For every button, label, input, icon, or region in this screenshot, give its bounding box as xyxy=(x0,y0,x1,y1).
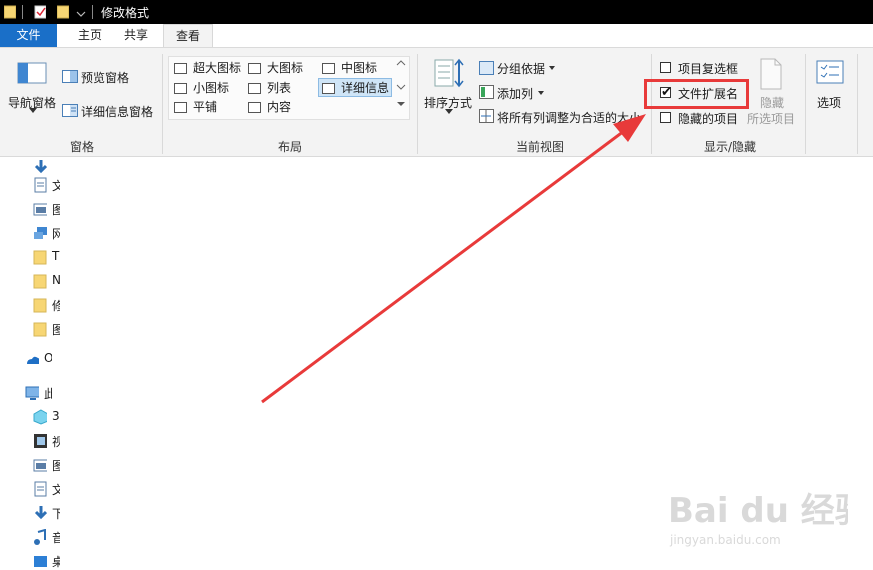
watermark-brand: Bai du 经验 xyxy=(668,491,848,531)
baidu-watermark: Bai du 经验 jingyan.baidu.com xyxy=(668,491,848,547)
watermark-url: jingyan.baidu.com xyxy=(669,533,781,547)
